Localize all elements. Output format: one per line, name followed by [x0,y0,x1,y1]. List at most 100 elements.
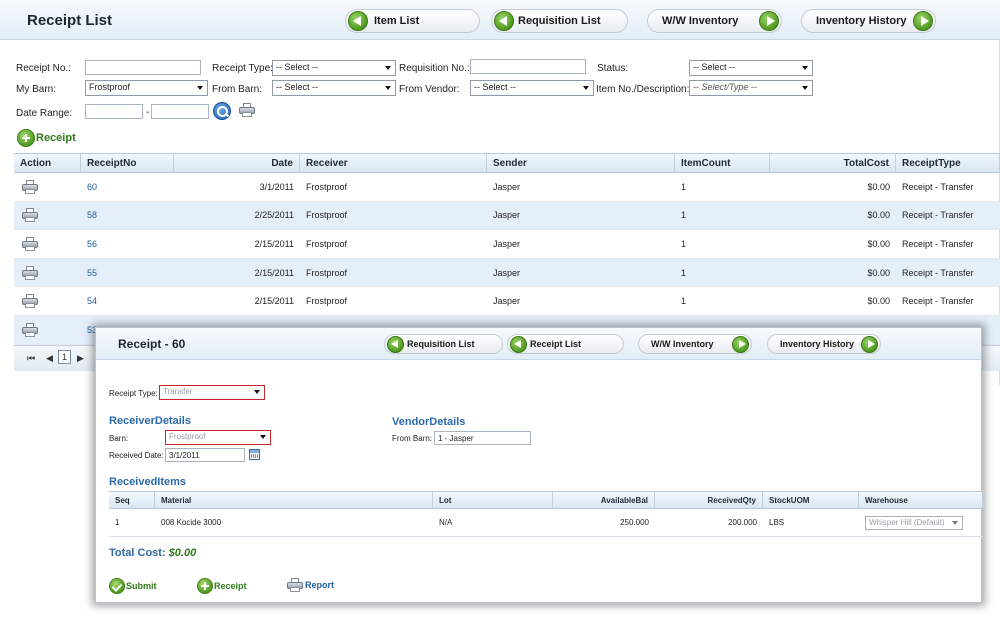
inventory-history-button[interactable]: Inventory History [767,334,881,354]
column-header-action[interactable]: Action [14,154,81,172]
printer-icon [22,265,38,280]
row-sender: Jasper [493,210,521,221]
column-header-receipt-type[interactable]: ReceiptType [896,154,1000,172]
column-header-material[interactable]: Material [155,492,433,508]
column-header-receipt-no[interactable]: ReceiptNo [81,154,174,172]
item-received-qty[interactable]: 200.000 [655,518,763,527]
check-icon [109,578,125,594]
report-label: Report [305,580,334,590]
submit-button[interactable]: Submit [109,578,157,594]
column-header-available-bal[interactable]: AvailableBal [553,492,655,508]
item-no-label: Item No./Description: [596,84,690,95]
row-date: 2/15/2011 [254,267,294,278]
warehouse-select[interactable]: Whisper Hill (Default) [865,515,963,530]
report-button[interactable]: Report [287,578,334,592]
received-date-input[interactable] [165,448,245,462]
from-barn-input[interactable] [434,431,531,445]
vendor-details-heading: VendorDetails [392,416,466,428]
print-row-button[interactable] [14,322,81,337]
column-header-receiver[interactable]: Receiver [300,154,487,172]
print-row-button[interactable] [14,294,81,309]
chevron-down-icon [385,86,391,90]
from-barn-label: From Barn: [392,434,433,443]
item-available-bal: 250.000 [620,518,649,527]
print-row-button[interactable] [14,265,81,280]
add-receipt-button[interactable]: Receipt [17,129,76,147]
column-header-received-qty[interactable]: ReceivedQty [655,492,763,508]
row-receipt-type: Receipt - Transfer [902,238,974,249]
receipt-list-button[interactable]: Receipt List [507,334,624,354]
column-header-date[interactable]: Date [174,154,300,172]
receipt-no-link[interactable]: 58 [81,210,174,220]
total-cost-label: Total Cost: [109,547,166,559]
item-list-button[interactable]: Item List [345,9,480,33]
receipt-no-link[interactable]: 60 [81,182,174,192]
receipt-type-select[interactable]: Transfer [159,385,265,400]
ww-inventory-label: W/W Inventory [662,15,739,27]
first-page-button[interactable]: ⏮ [27,353,35,364]
arrow-left-icon [348,11,368,31]
table-row[interactable]: 54 2/15/2011 Frostproof Jasper 1 $0.00 R… [14,287,1000,316]
next-page-button[interactable]: ▶ [77,353,84,364]
column-header-sender[interactable]: Sender [487,154,675,172]
row-item-count: 1 [681,267,687,278]
receipt-no-input[interactable] [85,60,201,75]
item-seq: 1 [115,518,120,527]
row-date: 2/15/2011 [254,296,294,307]
calendar-icon[interactable] [249,449,260,460]
requisition-list-button[interactable]: Requisition List [491,9,628,33]
receipt-no-link[interactable]: 55 [81,268,174,278]
from-barn-select[interactable]: -- Select -- [272,80,396,96]
column-header-total-cost[interactable]: TotalCost [770,154,896,172]
chevron-down-icon [952,520,958,525]
table-row[interactable]: 60 3/1/2011 Frostproof Jasper 1 $0.00 Re… [14,173,1000,202]
print-row-button[interactable] [14,179,81,194]
plus-icon [17,129,35,147]
print-list-button[interactable] [239,103,255,117]
requisition-list-button[interactable]: Requisition List [384,334,503,354]
table-row[interactable]: 58 2/25/2011 Frostproof Jasper 1 $0.00 R… [14,201,1000,231]
column-header-lot[interactable]: Lot [433,492,553,508]
item-no-value: -- Select/Type -- [693,82,757,92]
printer-icon [22,294,38,309]
inventory-history-button[interactable]: Inventory History [801,9,936,33]
row-sender: Jasper [493,296,521,307]
table-row[interactable]: 1 008 Kocide 3000 N/A 250.000 200.000 LB… [109,509,983,537]
from-vendor-value: -- Select -- [474,82,517,92]
column-header-seq[interactable]: Seq [109,492,155,508]
new-receipt-button[interactable]: Receipt [197,578,247,594]
column-header-warehouse[interactable]: Warehouse [859,492,983,508]
ww-inventory-button[interactable]: W/W Inventory [647,9,782,33]
receipt-no-link[interactable]: 54 [81,296,174,306]
print-row-button[interactable] [14,208,81,223]
receipt-no-link[interactable]: 56 [81,239,174,249]
my-barn-select[interactable]: Frostproof [85,80,208,96]
arrow-left-icon [387,335,404,353]
prev-page-button[interactable]: ◀ [46,353,53,364]
requisition-no-input[interactable] [470,59,586,74]
table-row[interactable]: 55 2/15/2011 Frostproof Jasper 1 $0.00 R… [14,258,1000,288]
chevron-down-icon [802,66,808,70]
row-total-cost: $0.00 [867,296,890,307]
row-total-cost: $0.00 [867,181,890,192]
table-row[interactable]: 56 2/15/2011 Frostproof Jasper 1 $0.00 R… [14,230,1000,259]
status-select[interactable]: -- Select -- [689,60,813,76]
print-row-button[interactable] [14,236,81,251]
barn-select[interactable]: Frostproof [165,430,271,445]
search-button[interactable] [213,102,231,120]
from-vendor-select[interactable]: -- Select -- [470,80,594,96]
row-receipt-type: Receipt - Transfer [902,210,974,221]
item-no-select[interactable]: -- Select/Type -- [689,80,813,96]
date-to-input[interactable] [151,104,209,119]
date-from-input[interactable] [85,104,143,119]
receipt-type-select[interactable]: -- Select -- [272,60,396,76]
new-receipt-label: Receipt [214,581,247,591]
inventory-history-label: Inventory History [816,15,907,27]
ww-inventory-button[interactable]: W/W Inventory [638,334,752,354]
printer-icon [287,578,303,592]
page-number[interactable]: 1 [58,350,72,364]
arrow-right-icon [732,335,749,353]
column-header-item-count[interactable]: ItemCount [675,154,770,172]
received-items-heading: ReceivedItems [109,476,187,488]
column-header-stock-uom[interactable]: StockUOM [763,492,859,508]
